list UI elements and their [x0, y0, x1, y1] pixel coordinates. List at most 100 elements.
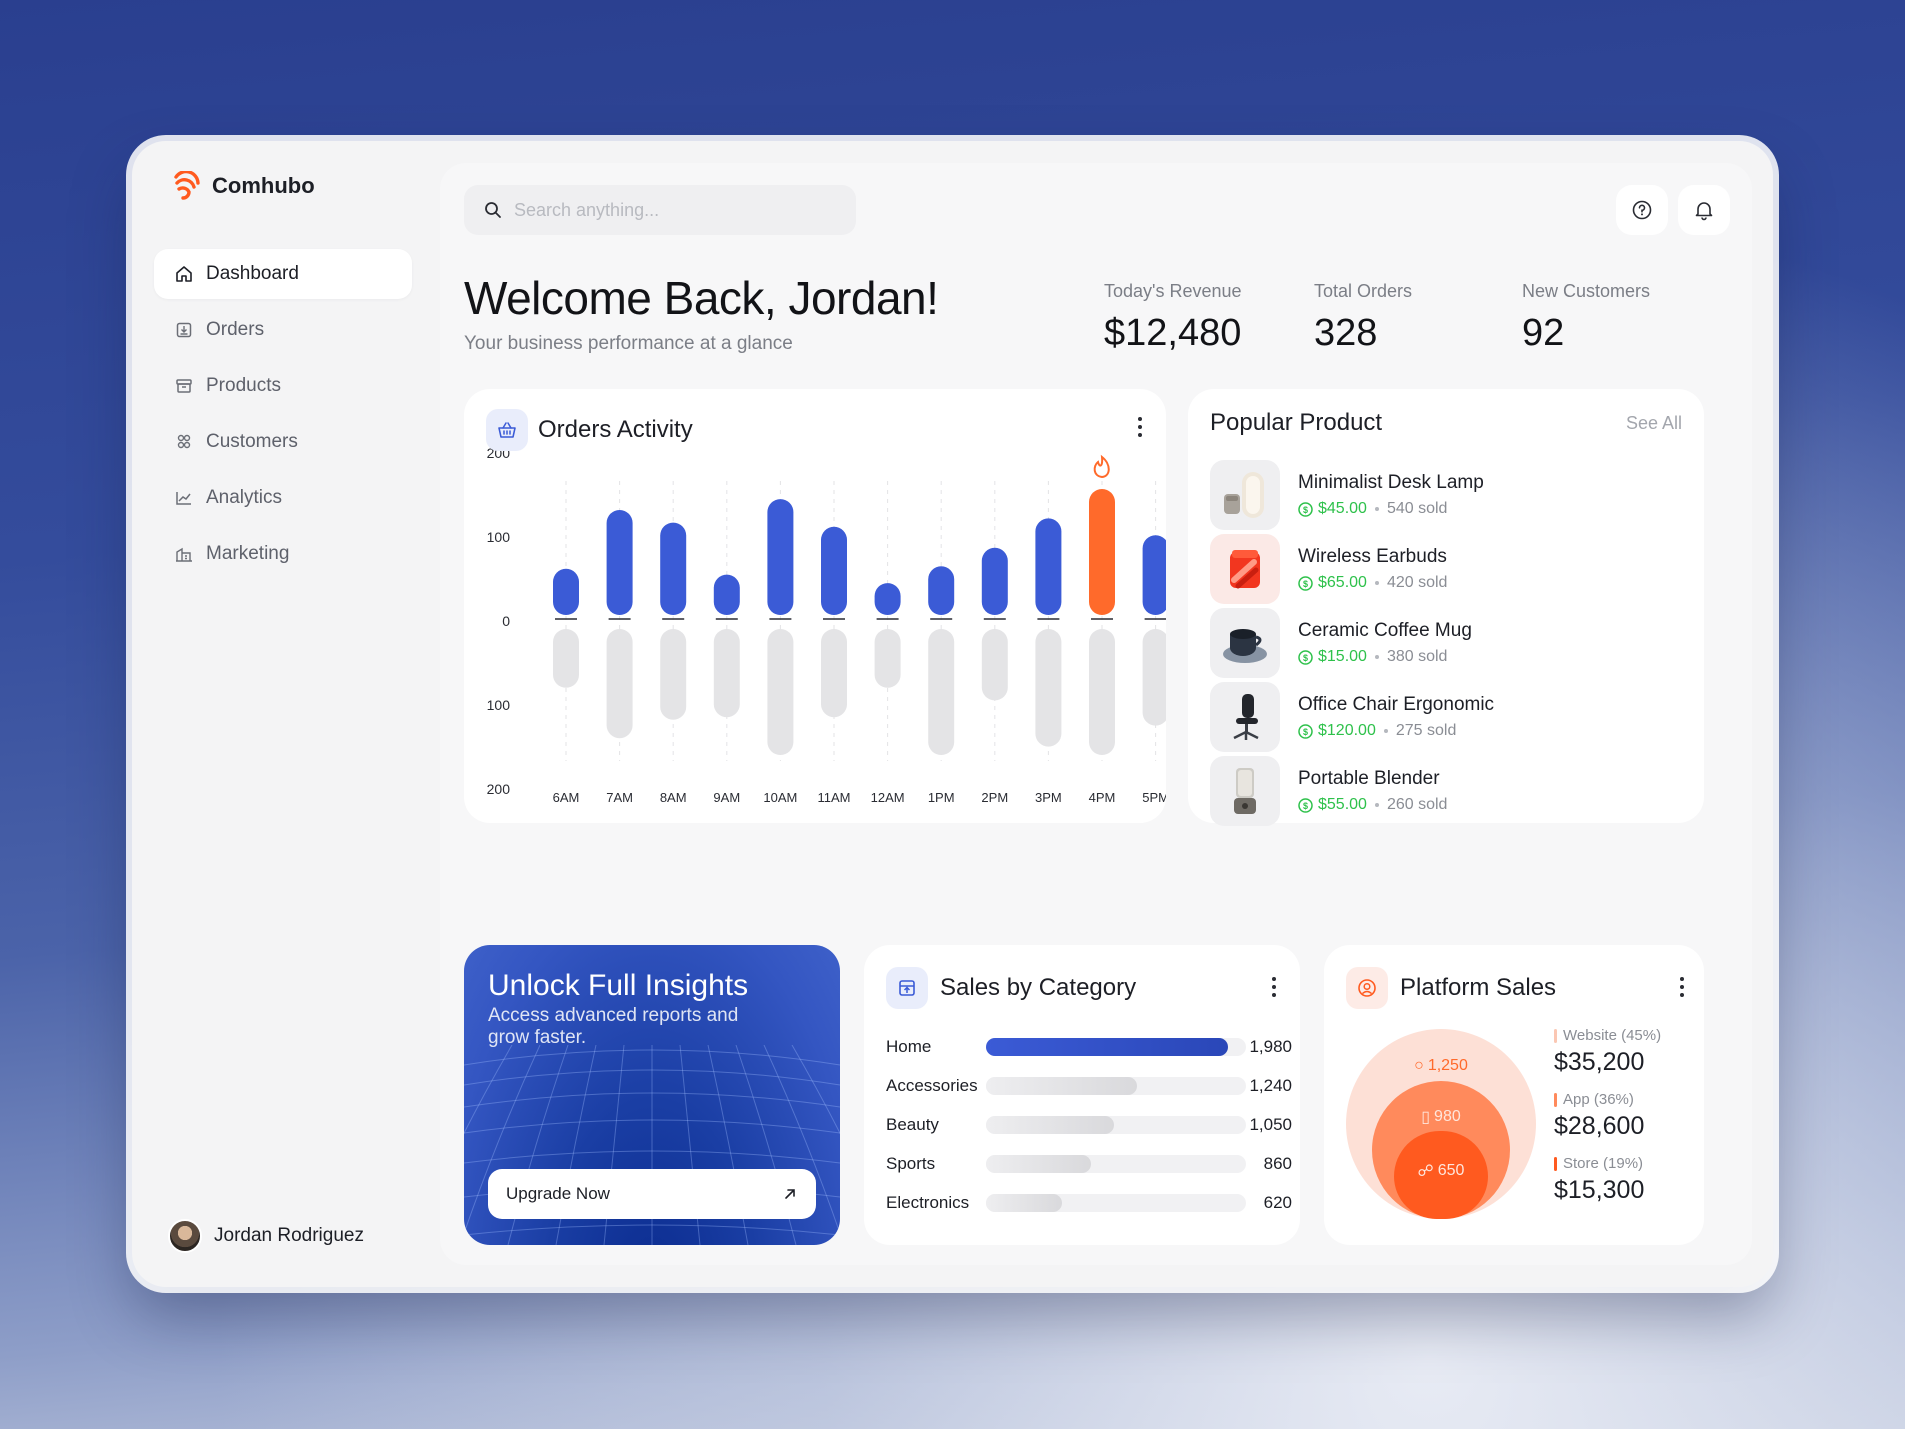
stat-value: 92: [1522, 312, 1565, 354]
platform-value: $15,300: [1554, 1176, 1645, 1204]
x-tick-label: 11AM: [818, 790, 851, 805]
bar-orders-down: [928, 629, 955, 755]
coffee-mug-thumbnail: [1210, 608, 1280, 678]
category-row: Sports 860: [886, 1152, 1292, 1176]
svg-text:$: $: [1303, 505, 1308, 515]
bar-orders-down: [1035, 629, 1062, 747]
help-icon: [1632, 200, 1652, 220]
brand[interactable]: Comhubo: [172, 171, 315, 201]
x-tick-label: 10AM: [763, 790, 797, 805]
card-title: Platform Sales: [1400, 974, 1557, 1001]
product-sold: 275 sold: [1395, 722, 1457, 739]
legend-swatch: [1554, 1028, 1557, 1043]
category-bar: [986, 1077, 1138, 1095]
phone-icon: ▯: [1421, 1109, 1431, 1126]
card-title: Popular Product: [1210, 409, 1383, 436]
sidebar-item-products[interactable]: Products: [154, 361, 412, 411]
promo-text: Access advanced reports and grow faster.: [488, 1005, 739, 1048]
product-name: Portable Blender: [1298, 768, 1440, 789]
category-row: Beauty 1,050: [886, 1113, 1292, 1137]
legend-swatch: [1554, 1156, 1557, 1171]
separator-dot: [1383, 729, 1388, 733]
notifications-button[interactable]: [1678, 185, 1730, 235]
price-text: $55.00: [1318, 796, 1367, 813]
sidebar-item-marketing[interactable]: Marketing: [154, 529, 412, 579]
product-item[interactable]: Portable Blender $ $55.00 260 sold: [1210, 755, 1447, 827]
y-tick-label: 100: [487, 529, 511, 545]
sidebar-item-orders[interactable]: Orders: [154, 305, 412, 355]
bar-orders-up: [767, 499, 794, 615]
bar-orders-down: [606, 629, 633, 739]
card-header: Platform Sales: [1346, 967, 1556, 1009]
stat-orders: Total Orders 328: [1314, 281, 1412, 355]
search-icon: [485, 202, 501, 218]
product-name: Minimalist Desk Lamp: [1298, 472, 1484, 493]
sidebar-item-customers[interactable]: Customers: [154, 417, 412, 467]
product-item[interactable]: Minimalist Desk Lamp $ $45.00 540 sold: [1210, 459, 1484, 531]
price-text: $65.00: [1318, 574, 1367, 591]
x-tick-label: 7AM: [606, 790, 633, 805]
card-header: Sales by Category: [886, 967, 1136, 1009]
platform-label-text: App (36%): [1563, 1091, 1634, 1108]
platform-label: App (36%): [1554, 1091, 1661, 1108]
main-content: Welcome Back, Jordan! Your business perf…: [440, 163, 1752, 1265]
category-name: Home: [886, 1037, 932, 1056]
more-options-icon[interactable]: [1672, 973, 1692, 1001]
bar-orders-down: [821, 629, 847, 718]
category-bar-track: [986, 1155, 1246, 1173]
platform-label: Website (45%): [1554, 1027, 1661, 1044]
x-tick-label: 9AM: [713, 790, 740, 805]
page-subtitle: Your business performance at a glance: [464, 333, 793, 354]
product-item[interactable]: Office Chair Ergonomic $ $120.00 275 sold: [1210, 681, 1494, 753]
brand-logo-icon: [174, 171, 200, 200]
sidebar-item-label: Analytics: [206, 487, 283, 508]
product-sold: 380 sold: [1386, 648, 1448, 665]
bell-icon: [1695, 202, 1713, 221]
button-label: Upgrade Now: [506, 1184, 610, 1203]
desk-lamp-thumbnail: [1210, 460, 1280, 530]
category-value: 620: [1263, 1193, 1292, 1212]
category-value: 1,980: [1249, 1037, 1292, 1056]
category-name: Sports: [886, 1154, 936, 1173]
product-item[interactable]: Ceramic Coffee Mug $ $15.00 380 sold: [1210, 607, 1472, 679]
platform-item-store: Store (19%) $15,300: [1554, 1155, 1661, 1205]
dollar-icon: $: [1298, 501, 1313, 517]
sidebar-item-label: Marketing: [206, 543, 290, 564]
product-price: $ $120.00: [1298, 722, 1376, 740]
category-value: 860: [1263, 1154, 1292, 1173]
bar-orders-up: [928, 566, 955, 615]
category-bar-track: [986, 1038, 1246, 1056]
more-options-icon[interactable]: [1264, 973, 1284, 1001]
stat-label: Total Orders: [1314, 281, 1413, 301]
search-bar[interactable]: [464, 185, 856, 235]
search-input[interactable]: [514, 199, 814, 221]
svg-text:$: $: [1303, 579, 1308, 589]
product-name: Ceramic Coffee Mug: [1298, 620, 1472, 641]
more-options-icon[interactable]: [1130, 413, 1150, 441]
orders-activity-chart: 20010001002006AM 7AM 8AM 9AM 10AM 11AM 12AM 1PM…: [487, 445, 1166, 805]
separator-dot: [1374, 581, 1379, 585]
user-profile[interactable]: Jordan Rodriguez: [168, 1219, 364, 1253]
stat-label: Today's Revenue: [1104, 281, 1242, 301]
card-header: Orders Activity: [486, 409, 693, 451]
dollar-icon: $: [1298, 797, 1313, 813]
sidebar-item-analytics[interactable]: Analytics: [154, 473, 412, 523]
stat-value: 328: [1314, 312, 1378, 354]
upgrade-now-button[interactable]: Upgrade Now: [488, 1169, 816, 1219]
platform-label-text: Website (45%): [1563, 1027, 1662, 1044]
sidebar-item-dashboard[interactable]: Dashboard: [154, 249, 412, 299]
circle-label: ○ 1,250: [1414, 1057, 1468, 1075]
product-meta: $ $15.00 380 sold: [1298, 648, 1472, 666]
product-price: $ $45.00: [1298, 500, 1367, 518]
help-button[interactable]: [1616, 185, 1668, 235]
bar-orders-up: [606, 510, 633, 615]
product-item[interactable]: Wireless Earbuds $ $65.00 420 sold: [1210, 533, 1447, 605]
separator-dot: [1374, 803, 1379, 807]
product-price: $ $55.00: [1298, 796, 1367, 814]
popular-product-card: Popular Product See All Minimalist Desk …: [1188, 389, 1704, 826]
bar-orders-up: [1089, 489, 1115, 615]
circle-value: 980: [1434, 1108, 1461, 1125]
product-meta: $ $45.00 540 sold: [1298, 500, 1484, 518]
product-name: Wireless Earbuds: [1298, 546, 1447, 567]
see-all-link[interactable]: See All: [1626, 413, 1682, 434]
